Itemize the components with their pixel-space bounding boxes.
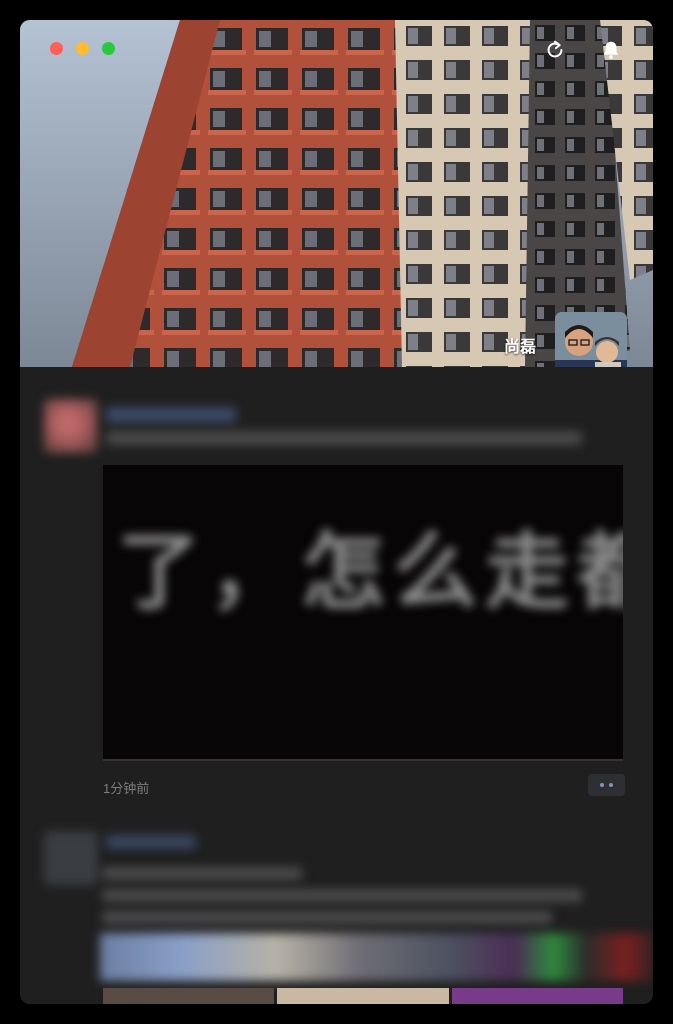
post-author-avatar[interactable] [44,399,98,453]
profile-username: 尚磊 [503,339,536,356]
minimize-window-button[interactable] [76,42,89,55]
profile-avatar[interactable] [555,312,627,367]
bell-icon[interactable] [600,39,622,61]
more-dot-icon [609,783,613,787]
post-video[interactable]: 了，怎么走都 [103,465,623,761]
post-text-line [102,867,302,880]
maximize-window-button[interactable] [102,42,115,55]
post-timestamp: 1分钟前 [103,781,150,796]
post-text [106,431,582,445]
post-image-thumb[interactable] [277,988,449,1004]
post-image-grid [103,988,623,1004]
post-author-name[interactable] [106,835,196,849]
window-controls [50,42,115,55]
avatar-photo [555,312,627,367]
post-text-line [102,911,552,924]
post-author-name[interactable] [106,407,236,423]
close-window-button[interactable] [50,42,63,55]
post-text-line [102,889,582,902]
post-author-avatar[interactable] [44,831,98,885]
post-image-thumb[interactable] [451,988,623,1004]
cover-photo[interactable]: 尚磊 [20,20,653,367]
refresh-icon[interactable] [544,39,566,61]
moments-window: 尚磊 了，怎么走都 1分钟前 [20,20,653,1004]
post-more-button[interactable] [588,774,625,796]
post-image-strip[interactable] [100,933,653,981]
more-dot-icon [600,783,604,787]
post-image-thumb[interactable] [103,988,275,1004]
moments-feed: 了，怎么走都 1分钟前 [20,367,653,1004]
video-caption: 了，怎么走都 [117,525,623,619]
